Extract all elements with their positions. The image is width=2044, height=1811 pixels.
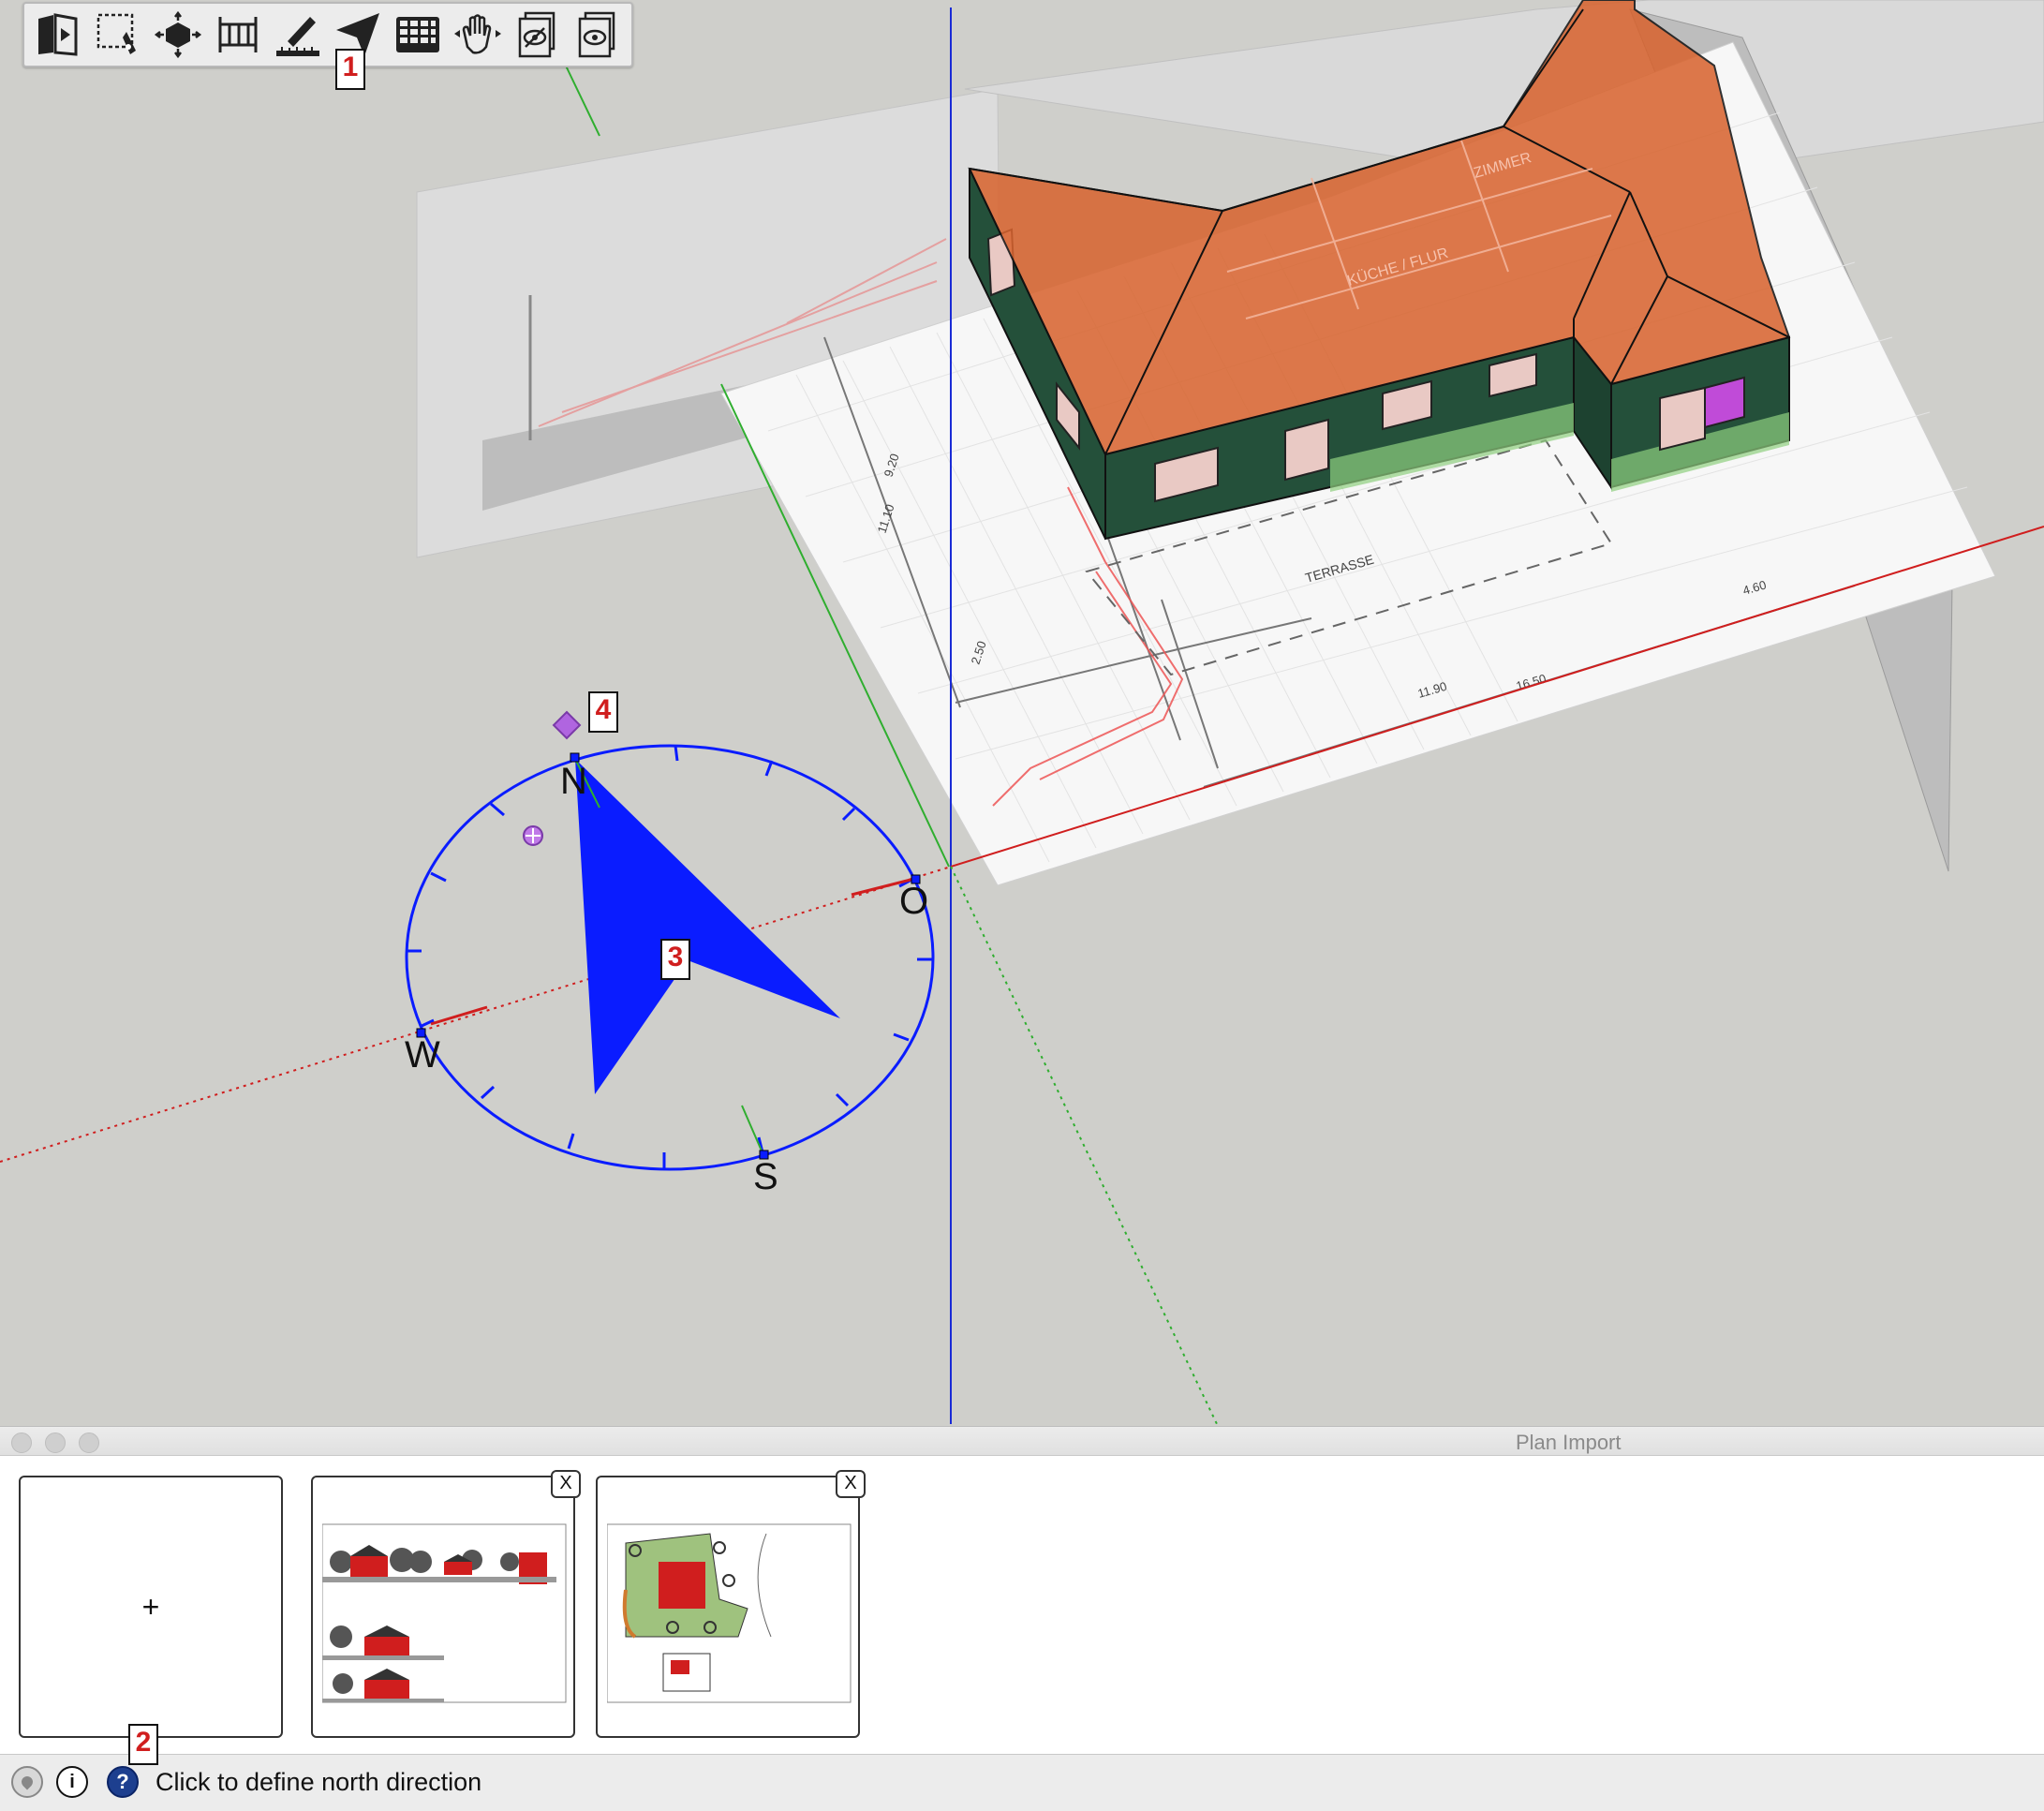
- map-pin-icon: [19, 1774, 36, 1790]
- compass-north-label: N: [560, 761, 587, 802]
- user-info-icon: i: [69, 1771, 75, 1792]
- show-plans-icon: [578, 11, 615, 58]
- geo-location-button[interactable]: [11, 1766, 43, 1798]
- help-button[interactable]: ?: [107, 1766, 139, 1798]
- plan-import-panel: Plan Import + X X: [0, 1426, 2044, 1755]
- remove-plan-button[interactable]: X: [836, 1470, 866, 1498]
- trace-outline-icon: [96, 13, 136, 54]
- hide-plans-icon: [518, 11, 555, 58]
- hide-plans-button[interactable]: [510, 7, 566, 63]
- callout-3: 3: [660, 939, 690, 980]
- plan-import-button[interactable]: [30, 7, 86, 63]
- remove-plan-button[interactable]: X: [551, 1470, 581, 1498]
- help-question-icon: ?: [116, 1770, 129, 1793]
- close-window-button[interactable]: [11, 1432, 32, 1453]
- extrude-button[interactable]: [150, 7, 206, 63]
- rotation-handle: [552, 710, 582, 740]
- extrude-box-icon: [154, 10, 202, 59]
- show-plans-button[interactable]: [570, 7, 626, 63]
- compass-west-label: W: [405, 1034, 440, 1076]
- hand-move-button[interactable]: [450, 7, 506, 63]
- center-handle: [523, 825, 543, 846]
- plugin-toolbar: [22, 2, 633, 67]
- grid-table-icon: [396, 17, 439, 52]
- wall-tool-icon: [218, 17, 258, 52]
- 3d-viewport[interactable]: KÜCHE / FLUR ZIMMER TERRASSE 11.90 16.50…: [0, 0, 2044, 1426]
- status-bar: i ? Click to define north direction: [0, 1754, 2044, 1811]
- minimize-window-button[interactable]: [45, 1432, 66, 1453]
- measure-scale-button[interactable]: [270, 7, 326, 63]
- measure-scale-icon: [276, 17, 319, 56]
- wall-tool-button[interactable]: [210, 7, 266, 63]
- grid-button[interactable]: [390, 7, 446, 63]
- plan-thumbnail-site[interactable]: X: [596, 1470, 866, 1738]
- trace-outline-button[interactable]: [90, 7, 146, 63]
- panel-title: Plan Import: [1516, 1431, 1622, 1454]
- site-plan-thumbnail-image: [607, 1523, 852, 1703]
- green-axis: [564, 63, 600, 137]
- plan-thumbnail-elevations[interactable]: X: [311, 1470, 581, 1738]
- callout-1: 1: [335, 49, 365, 90]
- panel-titlebar: Plan Import: [0, 1427, 2044, 1456]
- status-text: Click to define north direction: [156, 1768, 482, 1796]
- credits-button[interactable]: i: [56, 1766, 88, 1798]
- compass-east-label: O: [899, 881, 929, 922]
- scene-canvas[interactable]: KÜCHE / FLUR ZIMMER TERRASSE 11.90 16.50…: [0, 0, 2044, 1426]
- compass-south-label: S: [753, 1156, 778, 1197]
- north-arrow: [575, 759, 840, 1094]
- plan-import-icon: [38, 13, 78, 56]
- add-plan-button[interactable]: +: [19, 1476, 283, 1738]
- callout-2: 2: [128, 1724, 158, 1765]
- add-plan-label: +: [141, 1589, 160, 1624]
- zoom-window-button[interactable]: [79, 1432, 99, 1453]
- hand-move-icon: [454, 14, 501, 54]
- callout-4: 4: [588, 691, 618, 733]
- elevations-thumbnail-image: [322, 1523, 567, 1703]
